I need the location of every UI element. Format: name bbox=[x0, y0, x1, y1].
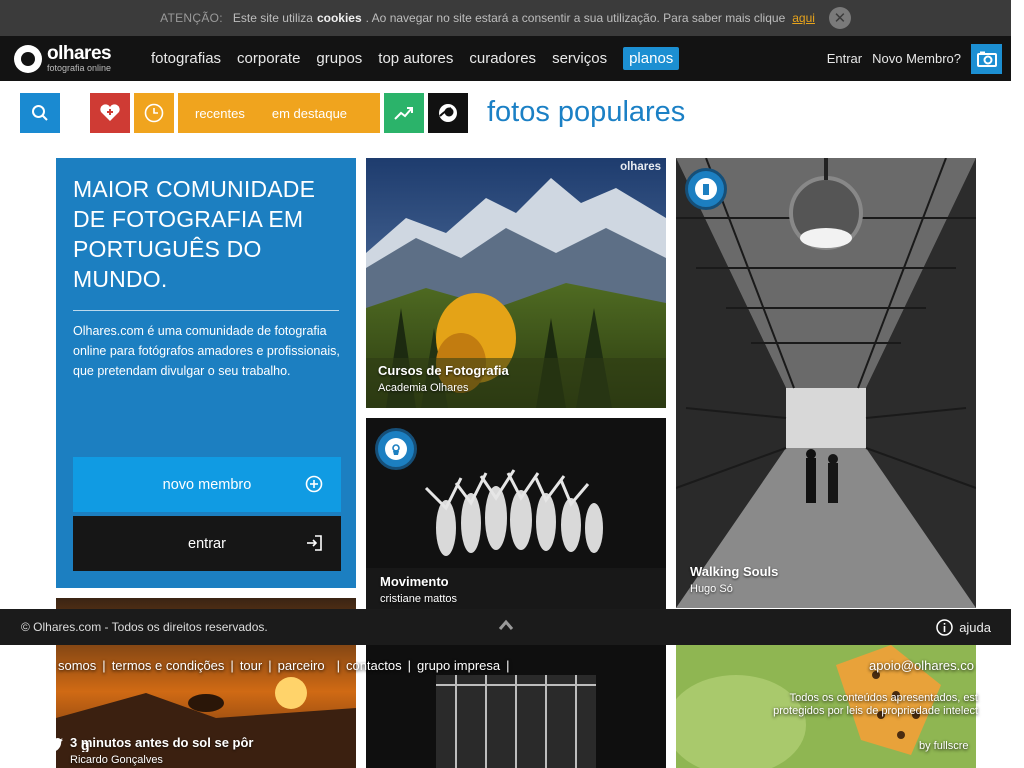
cookie-more-link[interactable]: aqui bbox=[792, 11, 815, 25]
trending-filter-button[interactable] bbox=[384, 93, 424, 133]
footer-links: somos | termos e condições | tour | parceir… bbox=[52, 658, 510, 673]
nav-item-curadores[interactable]: curadores bbox=[461, 50, 544, 67]
cookie-text-after: . Ao navegar no site estará a consentir … bbox=[365, 11, 786, 25]
enter-label: entrar bbox=[188, 535, 226, 552]
photo-title: 3 minutos antes do sol se pôr bbox=[70, 735, 254, 750]
brand-tagline: fotografia online bbox=[47, 63, 112, 73]
copyright-notice: Todos os conteúdos apresentados, est pro… bbox=[773, 692, 978, 717]
award-badge[interactable] bbox=[375, 428, 417, 470]
camera-icon bbox=[976, 51, 997, 67]
award-icon bbox=[695, 178, 717, 200]
photo-card[interactable]: olhares Cursos de Fotografia Academia Ol… bbox=[366, 158, 666, 408]
divider bbox=[73, 310, 339, 311]
swirl-icon bbox=[14, 44, 42, 73]
photo-title: Walking Souls bbox=[690, 564, 779, 579]
heart-plus-icon bbox=[100, 104, 120, 121]
favorites-filter-button[interactable] bbox=[90, 93, 130, 133]
nav-item-corporate[interactable]: corporate bbox=[229, 50, 308, 67]
cookie-warning-label: ATENÇÃO: bbox=[160, 11, 223, 25]
close-icon[interactable]: ✕ bbox=[828, 7, 851, 29]
promo-description: Olhares.com é uma comunidade de fotograf… bbox=[73, 324, 340, 378]
credit-text: by fullscre bbox=[919, 740, 969, 752]
brand-name: olhares bbox=[47, 43, 112, 64]
upload-photo-button[interactable] bbox=[971, 43, 1002, 74]
footer-link-contactos[interactable]: contactos bbox=[340, 658, 408, 673]
logo[interactable]: olhares fotografia online bbox=[14, 44, 126, 73]
nav-item-top-autores[interactable]: top autores bbox=[370, 50, 461, 67]
tab-group: recentes em destaque bbox=[178, 93, 380, 133]
nav-item-planos[interactable]: planos bbox=[623, 47, 680, 70]
facebook-icon[interactable] bbox=[20, 738, 28, 754]
award-icon bbox=[385, 438, 407, 460]
chevron-up-icon[interactable] bbox=[498, 619, 514, 631]
enter-button[interactable]: entrar bbox=[73, 516, 341, 571]
community-promo-card: MAIOR COMUNIDADE DE FOTOGRAFIA EM PORTUG… bbox=[56, 158, 356, 588]
promo-heading: MAIOR COMUNIDADE DE FOTOGRAFIA EM PORTUG… bbox=[73, 176, 316, 292]
footer-link-somos[interactable]: somos bbox=[52, 658, 102, 673]
nav-item-grupos[interactable]: grupos bbox=[308, 50, 370, 67]
search-icon bbox=[32, 105, 48, 121]
page-title: fotos populares bbox=[487, 96, 686, 128]
nav-item-fotografias[interactable]: fotografias bbox=[143, 50, 229, 67]
watermark-text: olhares bbox=[620, 161, 661, 173]
photo-title: Movimento bbox=[380, 574, 449, 589]
signup-link[interactable]: Novo Membro? bbox=[872, 51, 961, 66]
plus-circle-icon bbox=[305, 475, 323, 493]
new-member-button[interactable]: novo membro bbox=[73, 457, 341, 512]
help-link[interactable]: ajuda bbox=[936, 619, 991, 636]
award-badge[interactable] bbox=[685, 168, 727, 210]
swirl-icon bbox=[439, 104, 457, 122]
login-link[interactable]: Entrar bbox=[827, 51, 862, 66]
sign-in-icon bbox=[307, 535, 322, 551]
search-button[interactable] bbox=[20, 93, 60, 133]
info-icon bbox=[936, 619, 953, 636]
tab-em-destaque[interactable]: em destaque bbox=[272, 106, 347, 121]
google-plus-icon[interactable]: g bbox=[81, 738, 95, 752]
photo-author[interactable]: Ricardo Gonçalves bbox=[70, 754, 253, 766]
svg-text:g: g bbox=[81, 738, 90, 752]
bridge-photo bbox=[676, 158, 976, 608]
photo-author[interactable]: Academia Olhares bbox=[378, 382, 509, 394]
nav-item-servicos[interactable]: serviços bbox=[544, 50, 615, 67]
photo-author[interactable]: cristiane mattos bbox=[380, 593, 457, 605]
photo-title: Cursos de Fotografia bbox=[378, 363, 509, 378]
footer-bar: © Olhares.com - Todos os direitos reserv… bbox=[0, 609, 1011, 645]
photo-card[interactable]: Movimento cristiane mattos bbox=[366, 418, 666, 609]
time-filter-button[interactable] bbox=[134, 93, 174, 133]
copyright-text: © Olhares.com - Todos os direitos reserv… bbox=[21, 620, 268, 634]
footer-link-grupo-impresa[interactable]: grupo impresa bbox=[411, 658, 506, 673]
top-navbar: olhares fotografia online fotografias co… bbox=[0, 36, 1011, 81]
cookie-bold-word: cookies bbox=[316, 11, 362, 25]
photo-author[interactable]: Hugo Só bbox=[690, 583, 778, 595]
footer-link-parceiro[interactable]: parceiro bbox=[272, 658, 331, 673]
olhares-filter-button[interactable] bbox=[428, 93, 468, 133]
main-menu: fotografias corporate grupos top autores… bbox=[143, 47, 680, 70]
photo-card[interactable]: Walking Souls Hugo Só bbox=[676, 158, 976, 608]
help-label: ajuda bbox=[959, 620, 991, 635]
tab-recentes[interactable]: recentes bbox=[195, 106, 245, 121]
cookie-text-before: Este site utiliza bbox=[232, 11, 313, 25]
new-member-label: novo membro bbox=[162, 476, 252, 493]
twitter-icon[interactable] bbox=[46, 738, 63, 752]
cookie-bar: ATENÇÃO: Este site utiliza cookies. Ao n… bbox=[0, 0, 1011, 36]
trending-up-icon bbox=[394, 107, 413, 120]
support-email-link[interactable]: apoio@olhares.co bbox=[869, 658, 974, 673]
clock-icon bbox=[144, 103, 164, 123]
footer-link-termos[interactable]: termos e condições bbox=[106, 658, 231, 673]
footer-link-tour[interactable]: tour bbox=[234, 658, 268, 673]
social-links: g bbox=[20, 738, 95, 754]
